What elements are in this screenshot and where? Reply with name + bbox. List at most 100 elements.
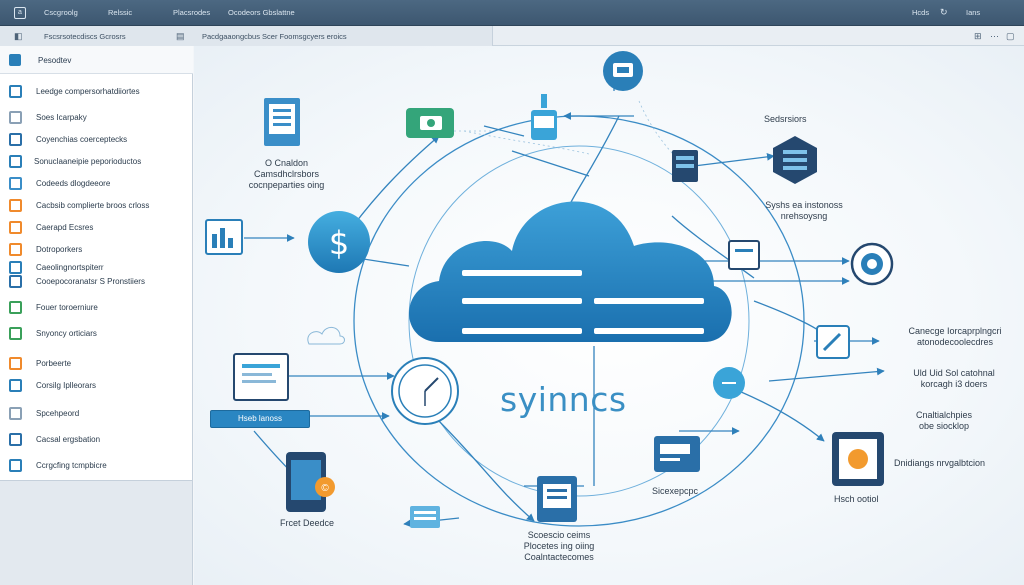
sidebar-footer bbox=[0, 481, 193, 585]
sidebar-item-label: Leedge compersorhatdiiortes bbox=[36, 87, 140, 96]
tools-icon bbox=[9, 133, 22, 146]
tablet-icon[interactable]: © bbox=[286, 452, 335, 512]
menu-item[interactable]: Relssic bbox=[108, 8, 132, 17]
label-right-3: Cnaltialchpies obe siocklop bbox=[915, 410, 973, 431]
sidebar-item[interactable]: Sonuclaaneipie peporioductos bbox=[0, 152, 193, 172]
sidebar-item-label: Ccrgcfing tcmpbicre bbox=[36, 461, 107, 470]
file-icon bbox=[9, 111, 22, 124]
warning-icon bbox=[9, 243, 22, 256]
svg-text:©: © bbox=[321, 483, 329, 494]
mini-card-icon[interactable] bbox=[728, 240, 760, 270]
sidebar-item[interactable]: Porbeerte bbox=[0, 354, 193, 374]
sidebar-header-label: Pesodtev bbox=[38, 56, 72, 65]
label-right-4: Dnidiangs nrvgalbtcion bbox=[894, 458, 986, 468]
document-icon bbox=[9, 85, 22, 98]
server-box-icon[interactable] bbox=[672, 150, 698, 182]
sidebar-item[interactable]: Coyenchias coerceptecks bbox=[0, 130, 193, 150]
cloud-icon[interactable] bbox=[409, 201, 732, 342]
sidebar-item-label: Spcehpeord bbox=[36, 409, 80, 418]
folder-icon bbox=[9, 221, 22, 234]
collapse-icon[interactable]: ▤ bbox=[176, 31, 185, 42]
laptop-icon[interactable] bbox=[233, 353, 289, 401]
sidebar-header[interactable]: Pesodtev bbox=[0, 46, 193, 74]
pen-square-icon[interactable] bbox=[816, 325, 850, 359]
sidebar-item-label: Cacsal ergsbation bbox=[36, 435, 101, 444]
leaf-icon bbox=[9, 327, 22, 340]
sidebar-item[interactable]: Cooepocoranatsr S Pronstiiers bbox=[0, 272, 193, 292]
user-icon bbox=[9, 199, 22, 212]
menu-item[interactable]: Ocodeors Gbslattne bbox=[228, 8, 295, 17]
label-mid-right: Syshs ea instonoss nrehsoysng bbox=[765, 200, 843, 221]
refresh-icon[interactable]: ↻ bbox=[940, 7, 948, 18]
sidebar-item-label: Coyenchias coerceptecks bbox=[36, 135, 128, 144]
more-icon[interactable]: ⋯ bbox=[990, 31, 999, 42]
sidebar-item[interactable]: Soes Icarpaky bbox=[0, 108, 193, 128]
chart-doc-icon[interactable] bbox=[205, 219, 243, 255]
menu-item-right[interactable]: Hcds bbox=[912, 8, 929, 17]
bottom-document-icon[interactable] bbox=[537, 476, 577, 522]
sidebar-item-label: Codeeds dlogdeeore bbox=[36, 179, 111, 188]
sidebar-item[interactable]: Fouer toroerniure bbox=[0, 298, 193, 318]
label-right-1: Canecge Iorcaprplngcri atonodecoolecdres bbox=[908, 326, 1002, 347]
app-menu-icon[interactable]: a bbox=[14, 7, 26, 19]
sidebar-item[interactable]: Codeeds dlogdeeore bbox=[0, 174, 193, 194]
chat-circle-icon[interactable] bbox=[603, 51, 643, 91]
monitor-icon bbox=[9, 155, 22, 168]
menu-item[interactable]: Cscgroolg bbox=[44, 8, 78, 17]
framed-device-icon[interactable] bbox=[832, 432, 884, 486]
sidebar: Pesodtev Leedge compersorhatdiiortes Soes… bbox=[0, 46, 193, 481]
handheld-icon[interactable] bbox=[531, 94, 557, 140]
menu-item-right[interactable]: Ians bbox=[966, 8, 980, 17]
label-top-right: Sedsrsiors bbox=[764, 114, 807, 124]
sidebar-item-label: Sonuclaaneipie peporioductos bbox=[34, 157, 142, 166]
sidebar-item[interactable]: Ccrgcfing tcmpbicre bbox=[0, 456, 193, 476]
pin-icon[interactable]: ⊞ bbox=[974, 31, 982, 42]
device-green-icon[interactable] bbox=[406, 108, 454, 138]
sidebar-item-label: Fouer toroerniure bbox=[36, 303, 98, 312]
folder-doc-icon[interactable] bbox=[264, 98, 300, 146]
sidebar-item[interactable]: Caerapd Ecsres bbox=[0, 218, 193, 238]
share-node-icon[interactable] bbox=[713, 367, 745, 399]
clipboard-icon bbox=[9, 407, 22, 420]
dotted-lines bbox=[454, 100, 695, 177]
small-folder-icon[interactable] bbox=[410, 506, 440, 528]
menu-item[interactable]: Placsrodes bbox=[173, 8, 210, 17]
sidebar-toolbar-label: Fscsrsotecdiscs Gcrosrs bbox=[44, 32, 126, 41]
svg-text:$: $ bbox=[329, 224, 349, 262]
sidebar-item[interactable]: Cacbsib complierte broos crloss bbox=[0, 196, 193, 216]
lock-icon bbox=[9, 433, 22, 446]
label-right-2: Uld Uid Sol catohnal korcagh i3 doers bbox=[913, 368, 995, 389]
label-bottom-left: Frcet Deedce bbox=[280, 518, 335, 528]
sidebar-item-label: Porbeerte bbox=[36, 359, 72, 368]
brand-wordmark: syinncs bbox=[500, 380, 627, 419]
sidebar-item[interactable]: Dotroporkers bbox=[0, 240, 193, 260]
secondary-toolbar: ◧ Fscsrsotecdiscs Gcrosrs ▤ Pacdgaaongcb… bbox=[0, 26, 1024, 46]
monitor-icon bbox=[9, 301, 22, 314]
book-icon bbox=[9, 357, 22, 370]
top-toolbar: a Cscgroolg Relssic Placsrodes Ocodeors … bbox=[0, 0, 1024, 26]
sidebar-item-label: Caerapd Ecsres bbox=[36, 223, 94, 232]
label-bottom-center: Scoescio ceims Plocetes ing oiing Coalnt… bbox=[523, 530, 595, 562]
canvas-title: Pacdgaaongcbus Scer Foomsgcyers eroics bbox=[202, 32, 347, 41]
gear-icon bbox=[9, 459, 22, 472]
circle-icon bbox=[9, 275, 22, 288]
target-circle-icon[interactable] bbox=[850, 242, 894, 286]
sidebar-item[interactable]: Spcehpeord bbox=[0, 404, 193, 424]
sidebar-item[interactable]: Leedge compersorhatdiiortes bbox=[0, 82, 193, 102]
sidebar-item-label: Corsilg Iplleorars bbox=[36, 381, 97, 390]
sidebar-item[interactable]: Corsilg Iplleorars bbox=[0, 376, 193, 396]
server-hexagon-icon[interactable] bbox=[773, 136, 817, 184]
card-icon[interactable] bbox=[654, 436, 700, 472]
home-icon bbox=[9, 54, 21, 66]
page-icon bbox=[9, 379, 22, 392]
sidebar-item[interactable]: Cacsal ergsbation bbox=[0, 430, 193, 450]
sidebar-item[interactable]: Snyoncy orticiars bbox=[0, 324, 193, 344]
small-cloud-icon bbox=[307, 327, 345, 345]
back-icon[interactable]: ◧ bbox=[14, 31, 23, 42]
window-icon[interactable]: ▢ bbox=[1006, 31, 1015, 42]
dollar-icon[interactable]: $ bbox=[308, 211, 370, 273]
diagram-canvas[interactable]: $ © syinncs O Cnaldon Camsdhclrsbors coc… bbox=[194, 46, 1024, 585]
sidebar-item-label: Snyoncy orticiars bbox=[36, 329, 97, 338]
clock-icon[interactable] bbox=[391, 357, 459, 425]
laptop-label-button[interactable]: Hseb lanoss bbox=[210, 410, 310, 428]
